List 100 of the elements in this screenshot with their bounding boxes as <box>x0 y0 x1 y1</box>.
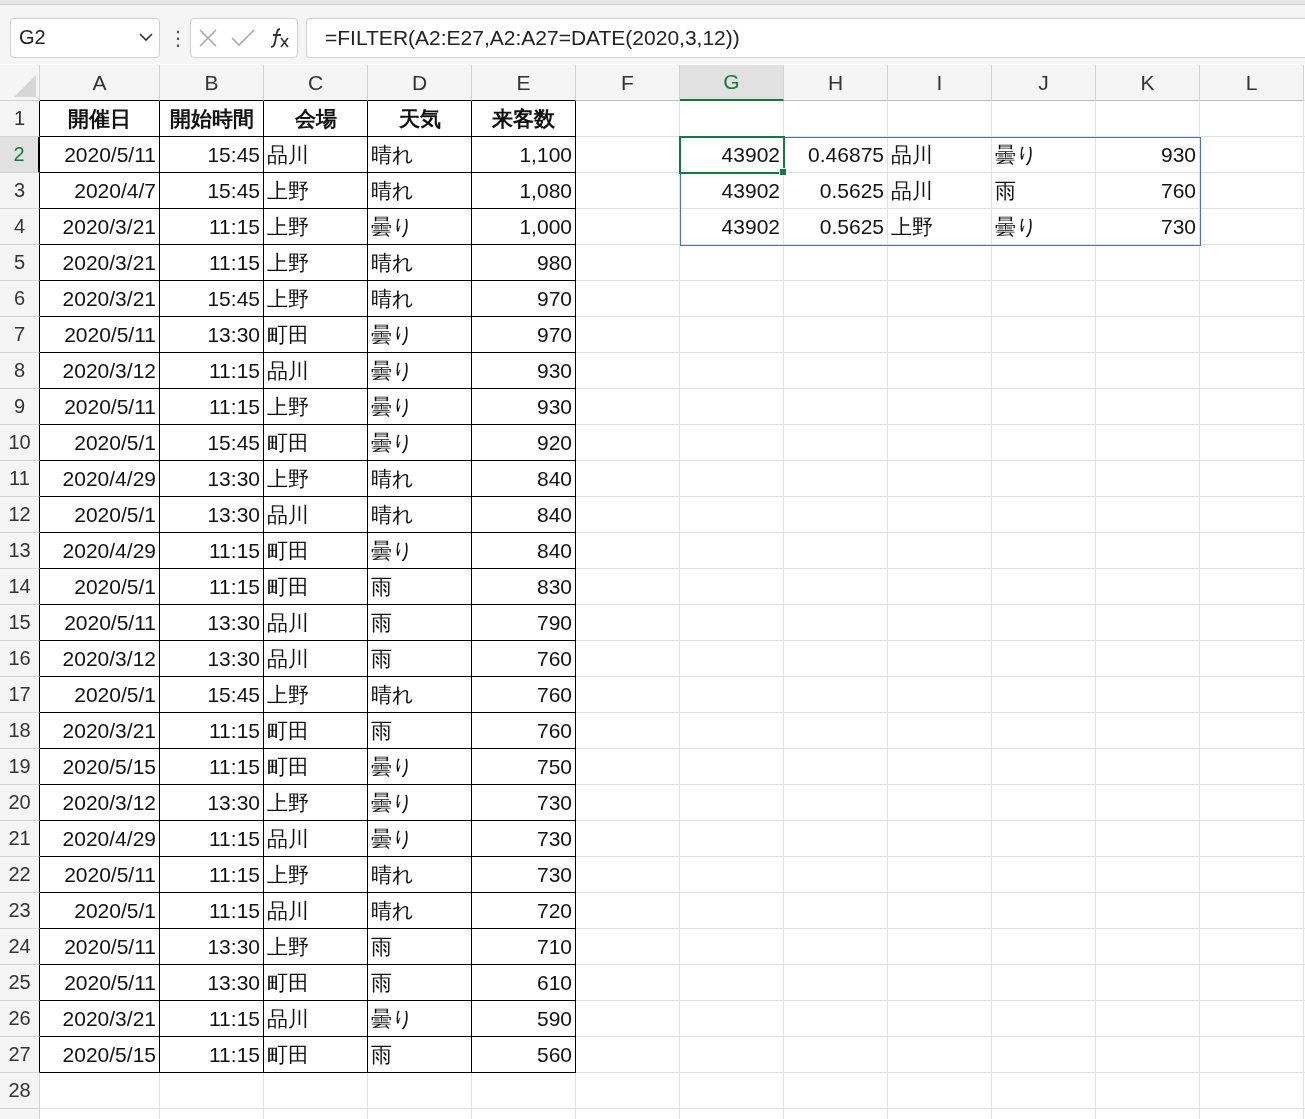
table-cell: 930 <box>472 389 576 425</box>
table-cell: 11:15 <box>160 1001 264 1037</box>
row-header[interactable]: 22 <box>0 857 40 893</box>
table-cell: 15:45 <box>160 281 264 317</box>
row-header[interactable]: 1 <box>0 101 40 137</box>
more-glyph[interactable]: ⋮ <box>168 25 182 50</box>
row-header[interactable]: 21 <box>0 821 40 857</box>
table-cell: 晴れ <box>368 137 472 173</box>
column-header[interactable]: G <box>680 65 784 101</box>
table-cell: 曇り <box>368 533 472 569</box>
table-cell: 730 <box>472 857 576 893</box>
row-header[interactable]: 19 <box>0 749 40 785</box>
table-cell: 13:30 <box>160 965 264 1001</box>
table-cell: 13:30 <box>160 317 264 353</box>
table-cell: 2020/5/11 <box>40 965 160 1001</box>
table-cell: 上野 <box>264 209 368 245</box>
column-header[interactable]: D <box>368 65 472 101</box>
column-header[interactable]: K <box>1096 65 1200 101</box>
row-header[interactable]: 11 <box>0 461 40 497</box>
table-cell: 2020/5/11 <box>40 389 160 425</box>
check-icon[interactable] <box>231 28 255 47</box>
row-header[interactable]: 4 <box>0 209 40 245</box>
table-cell: 曇り <box>368 353 472 389</box>
table-cell: 晴れ <box>368 461 472 497</box>
table-cell: 雨 <box>368 641 472 677</box>
table-cell: 2020/4/29 <box>40 821 160 857</box>
row-header[interactable]: 28 <box>0 1073 40 1109</box>
table-cell: 雨 <box>368 965 472 1001</box>
table-cell: 11:15 <box>160 857 264 893</box>
row-header[interactable]: 3 <box>0 173 40 209</box>
row-header[interactable]: 5 <box>0 245 40 281</box>
formula-field[interactable]: =FILTER(A2:E27,A2:A27=DATE(2020,3,12)) <box>306 17 1305 58</box>
select-all-icon[interactable] <box>14 75 36 97</box>
table-cell: 13:30 <box>160 641 264 677</box>
row-header[interactable]: 23 <box>0 893 40 929</box>
row-header[interactable]: 12 <box>0 497 40 533</box>
row-header[interactable]: 15 <box>0 605 40 641</box>
cancel-icon[interactable] <box>197 27 218 48</box>
row-header[interactable]: 9 <box>0 389 40 425</box>
table-cell: 曇り <box>992 137 1096 173</box>
table-cell: 品川 <box>888 137 992 173</box>
column-header[interactable]: J <box>992 65 1096 101</box>
column-header[interactable]: E <box>472 65 576 101</box>
table-cell: 2020/5/1 <box>40 497 160 533</box>
table-cell: 610 <box>472 965 576 1001</box>
table-cell: 品川 <box>264 1001 368 1037</box>
column-header[interactable]: A <box>40 65 160 101</box>
table-cell: 760 <box>472 641 576 677</box>
column-header[interactable]: C <box>264 65 368 101</box>
row-header[interactable]: 16 <box>0 641 40 677</box>
table-cell: 2020/5/11 <box>40 605 160 641</box>
table-cell: 上野 <box>264 281 368 317</box>
table-cell: 980 <box>472 245 576 281</box>
column-header[interactable]: B <box>160 65 264 101</box>
table-cell: 晴れ <box>368 281 472 317</box>
row-header[interactable]: 20 <box>0 785 40 821</box>
row-header[interactable]: 18 <box>0 713 40 749</box>
table-cell: 曇り <box>368 1001 472 1037</box>
row-header[interactable]: 6 <box>0 281 40 317</box>
function-icon[interactable] <box>268 26 291 49</box>
row-header[interactable]: 25 <box>0 965 40 1001</box>
table-cell: 11:15 <box>160 209 264 245</box>
row-header[interactable]: 8 <box>0 353 40 389</box>
table-cell: 曇り <box>368 785 472 821</box>
row-header[interactable]: 26 <box>0 1001 40 1037</box>
row-header[interactable]: 14 <box>0 569 40 605</box>
table-cell: 雨 <box>368 929 472 965</box>
table-cell: 560 <box>472 1037 576 1073</box>
column-header[interactable]: L <box>1200 65 1304 101</box>
column-title: 天気 <box>368 101 472 137</box>
table-cell: 町田 <box>264 425 368 461</box>
row-header[interactable]: 7 <box>0 317 40 353</box>
name-box[interactable]: G2 <box>10 17 160 58</box>
row-header[interactable]: 24 <box>0 929 40 965</box>
column-header[interactable]: F <box>576 65 680 101</box>
table-cell: 上野 <box>888 209 992 245</box>
table-cell: 曇り <box>368 317 472 353</box>
table-cell: 町田 <box>264 749 368 785</box>
table-cell: 2020/3/21 <box>40 281 160 317</box>
table-cell: 840 <box>472 461 576 497</box>
table-cell: 1,080 <box>472 173 576 209</box>
table-cell: 11:15 <box>160 353 264 389</box>
column-header[interactable]: I <box>888 65 992 101</box>
table-cell: 上野 <box>264 857 368 893</box>
table-cell: 920 <box>472 425 576 461</box>
row-header[interactable]: 10 <box>0 425 40 461</box>
table-cell: 11:15 <box>160 389 264 425</box>
column-header[interactable]: H <box>784 65 888 101</box>
table-cell: 晴れ <box>368 173 472 209</box>
row-header[interactable]: 13 <box>0 533 40 569</box>
table-cell: 13:30 <box>160 497 264 533</box>
table-cell: 品川 <box>264 641 368 677</box>
row-header[interactable]: 2 <box>0 137 40 173</box>
table-cell: 上野 <box>264 173 368 209</box>
row-header[interactable]: 17 <box>0 677 40 713</box>
table-cell: 2020/4/29 <box>40 533 160 569</box>
row-header[interactable]: 27 <box>0 1037 40 1073</box>
table-cell: 町田 <box>264 533 368 569</box>
table-cell: 970 <box>472 317 576 353</box>
table-cell: 雨 <box>368 1037 472 1073</box>
